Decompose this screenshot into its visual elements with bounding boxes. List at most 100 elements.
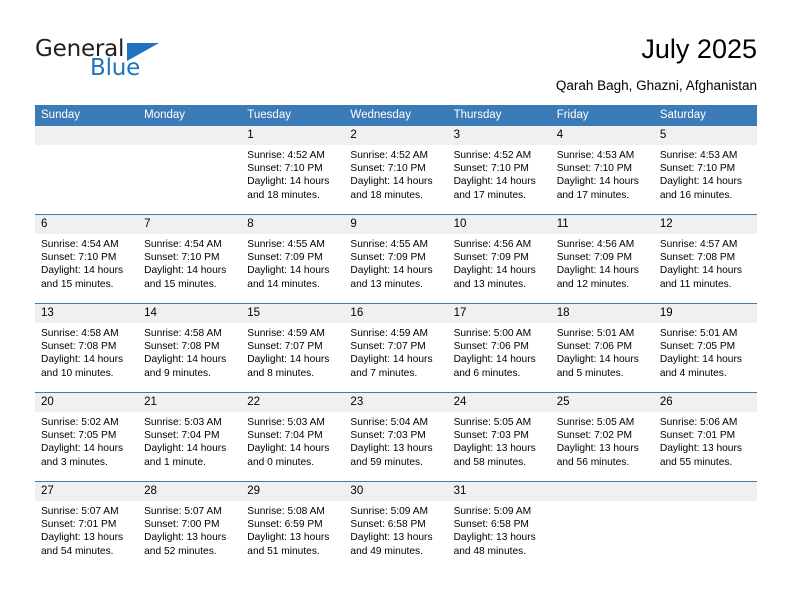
calendar-day-cell[interactable]: 17 Sunrise: 5:00 AM Sunset: 7:06 PM Dayligh… <box>447 303 551 393</box>
day-sun-info: Sunrise: 5:01 AM Sunset: 7:06 PM Daylight:… <box>551 323 654 380</box>
day-sun-info: Sunrise: 4:53 AM Sunset: 7:10 PM Daylight:… <box>551 145 654 202</box>
calendar-day-cell[interactable]: 23 Sunrise: 5:04 AM Sunset: 7:03 PM Dayligh… <box>344 392 448 482</box>
calendar-day-cell[interactable]: 2 Sunrise: 4:52 AM Sunset: 7:10 PM Daylight… <box>344 126 448 215</box>
calendar-day-cell[interactable]: 8 Sunrise: 4:55 AM Sunset: 7:09 PM Daylight… <box>241 214 345 304</box>
calendar-day-cell[interactable]: 15 Sunrise: 4:59 AM Sunset: 7:07 PM Dayligh… <box>241 303 345 393</box>
location-subtitle: Qarah Bagh, Ghazni, Afghanistan <box>555 78 757 93</box>
calendar-day-cell[interactable]: 16 Sunrise: 4:59 AM Sunset: 7:07 PM Dayligh… <box>344 303 448 393</box>
day-number: 29 <box>241 482 345 501</box>
day-number: 23 <box>344 393 448 412</box>
daylight-text: Daylight: 14 hours and 11 minutes. <box>659 265 742 290</box>
day-sun-info: Sunrise: 5:07 AM Sunset: 7:00 PM Daylight:… <box>138 501 241 558</box>
daylight-text: Daylight: 13 hours and 59 minutes. <box>350 443 433 468</box>
day-sun-info: Sunrise: 4:54 AM Sunset: 7:10 PM Daylight:… <box>138 234 241 291</box>
calendar-day-cell[interactable]: 22 Sunrise: 5:03 AM Sunset: 7:04 PM Dayligh… <box>241 392 345 482</box>
calendar-day-cell[interactable] <box>653 481 757 570</box>
weekday-header-saturday: Saturday <box>653 105 757 126</box>
day-number: 4 <box>550 126 654 145</box>
weekday-header-tuesday: Tuesday <box>241 105 345 126</box>
day-number: 18 <box>550 304 654 323</box>
daylight-text: Daylight: 14 hours and 6 minutes. <box>453 354 536 379</box>
weekday-header-wednesday: Wednesday <box>344 105 448 126</box>
day-number: 7 <box>138 215 242 234</box>
sunrise-text: Sunrise: 5:09 AM <box>453 506 532 517</box>
calendar-week-row: 27 Sunrise: 5:07 AM Sunset: 7:01 PM Dayligh… <box>35 481 757 570</box>
calendar-day-cell[interactable]: 18 Sunrise: 5:01 AM Sunset: 7:06 PM Dayligh… <box>550 303 654 393</box>
calendar-day-cell[interactable]: 24 Sunrise: 5:05 AM Sunset: 7:03 PM Dayligh… <box>447 392 551 482</box>
sunset-text: Sunset: 7:05 PM <box>41 430 117 442</box>
day-number: 6 <box>35 215 139 234</box>
calendar-day-cell[interactable]: 28 Sunrise: 5:07 AM Sunset: 7:00 PM Dayligh… <box>138 481 242 570</box>
day-number: 1 <box>241 126 345 145</box>
calendar-day-cell[interactable]: 30 Sunrise: 5:09 AM Sunset: 6:58 PM Dayligh… <box>344 481 448 570</box>
daylight-text: Daylight: 13 hours and 48 minutes. <box>453 532 536 557</box>
calendar-day-cell[interactable]: 31 Sunrise: 5:09 AM Sunset: 6:58 PM Dayligh… <box>447 481 551 570</box>
day-sun-info: Sunrise: 4:52 AM Sunset: 7:10 PM Daylight:… <box>344 145 447 202</box>
sunset-text: Sunset: 7:06 PM <box>556 341 633 353</box>
day-sun-info: Sunrise: 4:56 AM Sunset: 7:09 PM Daylight:… <box>551 234 654 291</box>
sunrise-text: Sunrise: 5:02 AM <box>41 417 119 428</box>
calendar-day-cell[interactable]: 21 Sunrise: 5:03 AM Sunset: 7:04 PM Dayligh… <box>138 392 242 482</box>
sunset-text: Sunset: 6:58 PM <box>453 519 529 531</box>
calendar-day-cell[interactable]: 29 Sunrise: 5:08 AM Sunset: 6:59 PM Dayligh… <box>241 481 345 570</box>
calendar-day-cell[interactable]: 7 Sunrise: 4:54 AM Sunset: 7:10 PM Daylight… <box>138 214 242 304</box>
weekday-header-friday: Friday <box>550 105 654 126</box>
calendar-week-row: 20 Sunrise: 5:02 AM Sunset: 7:05 PM Dayligh… <box>35 392 757 482</box>
calendar-day-cell[interactable]: 6 Sunrise: 4:54 AM Sunset: 7:10 PM Daylight… <box>35 214 139 304</box>
day-cell-inner: 10 Sunrise: 4:56 AM Sunset: 7:09 PM Dayligh… <box>447 215 551 303</box>
sunrise-sunset-calendar: Sunday Monday Tuesday Wednesday Thursday… <box>35 105 757 570</box>
calendar-day-cell[interactable] <box>138 126 242 215</box>
day-number: 5 <box>653 126 757 145</box>
calendar-day-cell[interactable]: 10 Sunrise: 4:56 AM Sunset: 7:09 PM Dayligh… <box>447 214 551 304</box>
day-cell-inner: 6 Sunrise: 4:54 AM Sunset: 7:10 PM Daylight… <box>35 215 139 303</box>
day-cell-inner: 13 Sunrise: 4:58 AM Sunset: 7:08 PM Dayligh… <box>35 304 139 392</box>
daylight-text: Daylight: 13 hours and 54 minutes. <box>41 532 124 557</box>
calendar-day-cell[interactable] <box>35 126 139 215</box>
day-sun-info: Sunrise: 4:58 AM Sunset: 7:08 PM Daylight:… <box>138 323 241 380</box>
weekday-header-monday: Monday <box>138 105 242 126</box>
sunrise-text: Sunrise: 4:52 AM <box>350 150 429 161</box>
calendar-day-cell[interactable]: 13 Sunrise: 4:58 AM Sunset: 7:08 PM Dayligh… <box>35 303 139 393</box>
calendar-day-cell[interactable]: 11 Sunrise: 4:56 AM Sunset: 7:09 PM Dayligh… <box>550 214 654 304</box>
day-cell-inner: 24 Sunrise: 5:05 AM Sunset: 7:03 PM Dayligh… <box>447 393 551 481</box>
calendar-day-cell[interactable]: 27 Sunrise: 5:07 AM Sunset: 7:01 PM Dayligh… <box>35 481 139 570</box>
calendar-day-cell[interactable]: 20 Sunrise: 5:02 AM Sunset: 7:05 PM Dayligh… <box>35 392 139 482</box>
calendar-day-cell[interactable]: 1 Sunrise: 4:52 AM Sunset: 7:10 PM Daylight… <box>241 126 345 215</box>
day-sun-info: Sunrise: 4:53 AM Sunset: 7:10 PM Daylight:… <box>654 145 757 202</box>
calendar-day-cell[interactable]: 9 Sunrise: 4:55 AM Sunset: 7:09 PM Daylight… <box>344 214 448 304</box>
day-cell-inner: 15 Sunrise: 4:59 AM Sunset: 7:07 PM Dayligh… <box>241 304 345 392</box>
calendar-day-cell[interactable]: 4 Sunrise: 4:53 AM Sunset: 7:10 PM Daylight… <box>550 126 654 215</box>
calendar-day-cell[interactable]: 19 Sunrise: 5:01 AM Sunset: 7:05 PM Dayligh… <box>653 303 757 393</box>
day-cell-inner: 19 Sunrise: 5:01 AM Sunset: 7:05 PM Dayligh… <box>653 304 757 392</box>
sunrise-text: Sunrise: 4:54 AM <box>41 239 119 250</box>
daylight-text: Daylight: 14 hours and 16 minutes. <box>659 176 742 201</box>
calendar-day-cell[interactable]: 26 Sunrise: 5:06 AM Sunset: 7:01 PM Dayligh… <box>653 392 757 482</box>
calendar-day-cell[interactable]: 14 Sunrise: 4:58 AM Sunset: 7:08 PM Dayligh… <box>138 303 242 393</box>
day-cell-inner: 3 Sunrise: 4:52 AM Sunset: 7:10 PM Daylight… <box>447 126 551 214</box>
daylight-text: Daylight: 13 hours and 51 minutes. <box>247 532 330 557</box>
day-cell-inner: 18 Sunrise: 5:01 AM Sunset: 7:06 PM Dayligh… <box>550 304 654 392</box>
general-blue-logo[interactable]: General Blue <box>35 36 215 82</box>
sunrise-text: Sunrise: 5:08 AM <box>247 506 325 517</box>
day-cell-inner: 1 Sunrise: 4:52 AM Sunset: 7:10 PM Daylight… <box>241 126 345 214</box>
calendar-day-cell[interactable]: 3 Sunrise: 4:52 AM Sunset: 7:10 PM Daylight… <box>447 126 551 215</box>
day-number: 10 <box>447 215 551 234</box>
sunset-text: Sunset: 7:03 PM <box>350 430 426 442</box>
day-sun-info: Sunrise: 4:55 AM Sunset: 7:09 PM Daylight:… <box>344 234 447 291</box>
calendar-day-cell[interactable]: 25 Sunrise: 5:05 AM Sunset: 7:02 PM Dayligh… <box>550 392 654 482</box>
day-number: 20 <box>35 393 139 412</box>
day-number: 21 <box>138 393 242 412</box>
daylight-text: Daylight: 14 hours and 1 minute. <box>144 443 227 468</box>
day-number: 27 <box>35 482 139 501</box>
day-number: 9 <box>344 215 448 234</box>
calendar-day-cell[interactable] <box>550 481 654 570</box>
calendar-day-cell[interactable]: 5 Sunrise: 4:53 AM Sunset: 7:10 PM Daylight… <box>653 126 757 215</box>
day-cell-inner <box>35 126 139 214</box>
daylight-text: Daylight: 13 hours and 55 minutes. <box>659 443 742 468</box>
day-sun-info: Sunrise: 5:09 AM Sunset: 6:58 PM Daylight:… <box>344 501 447 558</box>
daylight-text: Daylight: 14 hours and 8 minutes. <box>247 354 330 379</box>
sunrise-text: Sunrise: 4:58 AM <box>144 328 222 339</box>
calendar-day-cell[interactable]: 12 Sunrise: 4:57 AM Sunset: 7:08 PM Dayligh… <box>653 214 757 304</box>
daylight-text: Daylight: 13 hours and 56 minutes. <box>556 443 639 468</box>
sunrise-text: Sunrise: 4:53 AM <box>659 150 738 161</box>
